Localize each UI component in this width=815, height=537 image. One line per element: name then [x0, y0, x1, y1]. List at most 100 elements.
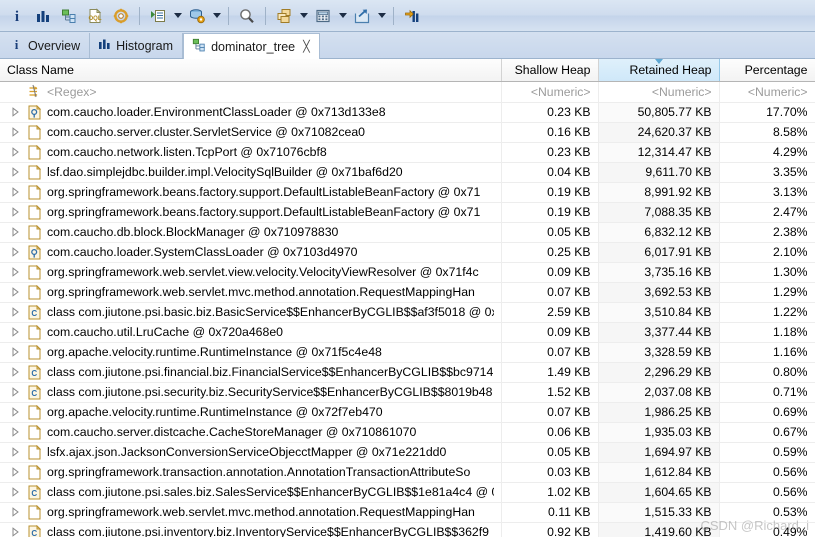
cell-class-name[interactable]: org.springframework.web.servlet.view.vel… [0, 262, 502, 283]
expand-arrow-icon[interactable] [7, 347, 23, 357]
table-row[interactable]: org.apache.velocity.runtime.RuntimeInsta… [0, 402, 815, 423]
table-row[interactable]: com.caucho.db.block.BlockManager @ 0x710… [0, 222, 815, 243]
overview-info-icon[interactable]: i [4, 3, 30, 29]
expand-arrow-icon[interactable] [7, 367, 23, 377]
close-icon[interactable]: ╳ [303, 40, 310, 53]
compare-icon[interactable] [399, 3, 425, 29]
table-row[interactable]: com.caucho.server.distcache.CacheStoreMa… [0, 422, 815, 443]
cell-class-name[interactable]: Cclass com.jiutone.psi.inventory.biz.Inv… [0, 522, 502, 537]
cell-class-name[interactable]: org.springframework.transaction.annotati… [0, 462, 502, 483]
column-header-shallow-heap[interactable]: Shallow Heap [501, 59, 599, 82]
run-expert-system-dropdown-arrow[interactable] [171, 3, 184, 29]
table-row[interactable]: org.springframework.web.servlet.view.vel… [0, 262, 815, 283]
expand-arrow-icon[interactable] [7, 387, 23, 397]
table-row[interactable]: com.caucho.loader.SystemClassLoader @ 0x… [0, 242, 815, 263]
query-browser-icon[interactable] [184, 3, 210, 29]
cell-class-name[interactable]: org.springframework.web.servlet.mvc.meth… [0, 502, 502, 523]
settings-icon[interactable] [108, 3, 134, 29]
histogram-icon[interactable] [30, 3, 56, 29]
oql-icon[interactable]: OQL [82, 3, 108, 29]
tab-histogram[interactable]: Histogram [90, 33, 184, 58]
cell-class-name[interactable]: org.apache.velocity.runtime.RuntimeInsta… [0, 402, 502, 423]
cell-class-name[interactable]: Cclass com.jiutone.psi.financial.biz.Fin… [0, 362, 502, 383]
filter-cell-class-name[interactable]: <Regex> [0, 81, 502, 103]
group-result-icon[interactable] [271, 3, 297, 29]
table-row[interactable]: lsfx.ajax.json.JacksonConversionServiceO… [0, 442, 815, 463]
query-browser-dropdown-arrow[interactable] [210, 3, 223, 29]
column-header-retained-heap[interactable]: Retained Heap [597, 59, 720, 82]
cell-class-name[interactable]: lsfx.ajax.json.JacksonConversionServiceO… [0, 442, 502, 463]
table-row[interactable]: com.caucho.util.LruCache @ 0x720a468e0 0.… [0, 322, 815, 343]
table-row[interactable]: Cclass com.jiutone.psi.basic.biz.BasicSe… [0, 302, 815, 323]
calculator-icon[interactable] [310, 3, 336, 29]
cell-class-name[interactable]: com.caucho.util.LruCache @ 0x720a468e0 [0, 322, 502, 343]
table-row[interactable]: org.springframework.beans.factory.suppor… [0, 182, 815, 203]
cell-class-name[interactable]: Cclass com.jiutone.psi.security.biz.Secu… [0, 382, 502, 403]
cell-class-name[interactable]: com.caucho.server.cluster.ServletService… [0, 122, 502, 143]
table-row[interactable]: Cclass com.jiutone.psi.financial.biz.Fin… [0, 362, 815, 383]
cell-class-name[interactable]: com.caucho.network.listen.TcpPort @ 0x71… [0, 142, 502, 163]
group-result-dropdown-arrow[interactable] [297, 3, 310, 29]
filter-cell-shallow-heap[interactable]: <Numeric> [501, 81, 599, 103]
cell-class-name[interactable]: com.caucho.loader.SystemClassLoader @ 0x… [0, 242, 502, 263]
expand-arrow-icon[interactable] [7, 327, 23, 337]
cell-class-name[interactable]: Cclass com.jiutone.psi.sales.biz.SalesSe… [0, 482, 502, 503]
expand-arrow-icon[interactable] [7, 147, 23, 157]
cell-percentage: 1.29% [719, 282, 815, 303]
export-dropdown-arrow[interactable] [375, 3, 388, 29]
expand-arrow-icon[interactable] [7, 107, 23, 117]
expand-arrow-icon[interactable] [7, 427, 23, 437]
dominator-tree-icon[interactable] [56, 3, 82, 29]
cell-class-name[interactable]: org.apache.velocity.runtime.RuntimeInsta… [0, 342, 502, 363]
expand-arrow-icon[interactable] [7, 127, 23, 137]
tab-histogram-label: Histogram [116, 38, 174, 53]
cell-class-name[interactable]: Cclass com.jiutone.psi.basic.biz.BasicSe… [0, 302, 502, 323]
expand-arrow-icon[interactable] [7, 227, 23, 237]
expand-arrow-icon[interactable] [7, 207, 23, 217]
expand-arrow-icon[interactable] [7, 267, 23, 277]
expand-arrow-icon[interactable] [7, 187, 23, 197]
cell-retained-heap: 3,735.16 KB [598, 262, 720, 283]
cell-class-name[interactable]: com.caucho.loader.EnvironmentClassLoader… [0, 102, 502, 123]
expand-arrow-icon[interactable] [7, 407, 23, 417]
table-row[interactable]: lsf.dao.simplejdbc.builder.impl.Velocity… [0, 162, 815, 183]
expand-arrow-icon[interactable] [7, 447, 23, 457]
cell-class-name[interactable]: com.caucho.db.block.BlockManager @ 0x710… [0, 222, 502, 243]
table-row[interactable]: com.caucho.loader.EnvironmentClassLoader… [0, 102, 815, 123]
cell-class-name[interactable]: org.springframework.beans.factory.suppor… [0, 182, 502, 203]
filter-row[interactable]: <Regex> <Numeric> <Numeric> <Numeric> [0, 81, 815, 103]
expand-arrow-icon[interactable] [7, 467, 23, 477]
table-row[interactable]: Cclass com.jiutone.psi.security.biz.Secu… [0, 382, 815, 403]
tab-dominator-tree[interactable]: dominator_tree ╳ [183, 33, 320, 59]
export-icon[interactable] [349, 3, 375, 29]
table-row[interactable]: com.caucho.server.cluster.ServletService… [0, 122, 815, 143]
table-row[interactable]: org.springframework.web.servlet.mvc.meth… [0, 502, 815, 523]
expand-arrow-icon[interactable] [7, 307, 23, 317]
expand-arrow-icon[interactable] [7, 247, 23, 257]
filter-cell-percentage[interactable]: <Numeric> [719, 81, 815, 103]
cell-class-name[interactable]: org.springframework.beans.factory.suppor… [0, 202, 502, 223]
cell-class-name[interactable]: com.caucho.server.distcache.CacheStoreMa… [0, 422, 502, 443]
table-row[interactable]: org.springframework.web.servlet.mvc.meth… [0, 282, 815, 303]
run-expert-system-icon[interactable] [145, 3, 171, 29]
table-row[interactable]: Cclass com.jiutone.psi.inventory.biz.Inv… [0, 522, 815, 537]
table-row[interactable]: org.springframework.beans.factory.suppor… [0, 202, 815, 223]
dominator-tree-table-container[interactable]: Class Name Shallow Heap Retained Heap Pe… [0, 59, 815, 537]
table-row[interactable]: Cclass com.jiutone.psi.sales.biz.SalesSe… [0, 482, 815, 503]
cell-class-name[interactable]: lsf.dao.simplejdbc.builder.impl.Velocity… [0, 162, 502, 183]
tab-overview[interactable]: i Overview [2, 33, 91, 58]
column-header-percentage[interactable]: Percentage [719, 59, 815, 82]
expand-arrow-icon[interactable] [7, 527, 23, 537]
table-row[interactable]: org.springframework.transaction.annotati… [0, 462, 815, 483]
calculator-dropdown-arrow[interactable] [336, 3, 349, 29]
search-icon[interactable] [234, 3, 260, 29]
expand-arrow-icon[interactable] [7, 507, 23, 517]
cell-class-name[interactable]: org.springframework.web.servlet.mvc.meth… [0, 282, 502, 303]
expand-arrow-icon[interactable] [7, 487, 23, 497]
expand-arrow-icon[interactable] [7, 287, 23, 297]
expand-arrow-icon[interactable] [7, 167, 23, 177]
table-row[interactable]: com.caucho.network.listen.TcpPort @ 0x71… [0, 142, 815, 163]
table-row[interactable]: org.apache.velocity.runtime.RuntimeInsta… [0, 342, 815, 363]
filter-cell-retained-heap[interactable]: <Numeric> [598, 81, 720, 103]
column-header-class-name[interactable]: Class Name [0, 59, 502, 82]
